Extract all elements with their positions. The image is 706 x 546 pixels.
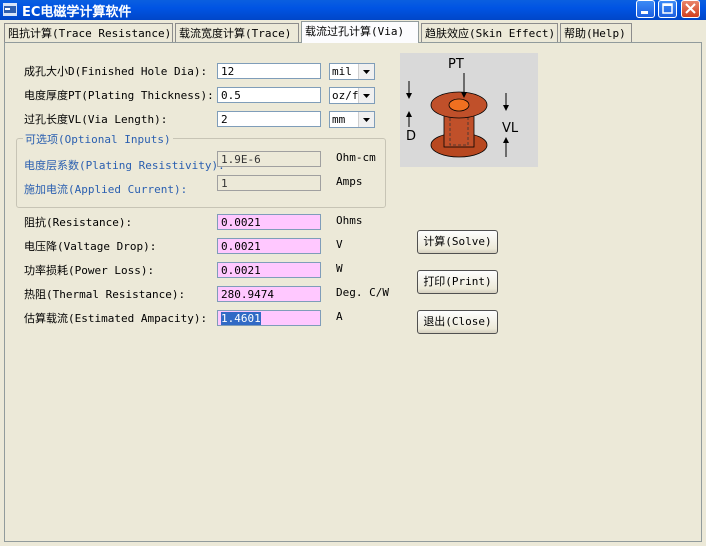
tab-help[interactable]: 帮助(Help) [560, 23, 632, 42]
applied-current-unit: Amps [336, 175, 363, 188]
thermal-resistance-output[interactable]: 280.9474 [217, 286, 321, 302]
pt-label: PT [448, 57, 464, 72]
vl-label: VL [502, 121, 519, 136]
ampacity-label: 估算载流(Estimated Ampacity): [24, 312, 208, 325]
close-button[interactable]: 退出(Close) [417, 310, 498, 334]
maximize-icon [662, 3, 673, 14]
thermal-resistance-label: 热阻(Thermal Resistance): [24, 288, 186, 301]
via-illustration [406, 73, 509, 158]
close-icon [685, 3, 696, 14]
via-diagram: PT D VL [400, 53, 538, 167]
hole-dia-input[interactable]: 12 [217, 63, 321, 79]
power-loss-output[interactable]: 0.0021 [217, 262, 321, 278]
voltage-drop-label: 电压降(Valtage Drop): [24, 240, 157, 253]
optional-inputs-group: 可选项(Optional Inputs) [16, 131, 386, 208]
tab-skin-effect[interactable]: 趋肤效应(Skin Effect) [421, 23, 558, 42]
chevron-down-icon[interactable] [358, 112, 374, 127]
plating-resistivity-input[interactable]: 1.9E-6 [217, 151, 321, 167]
maximize-button[interactable] [658, 0, 677, 18]
plating-resistivity-label: 电度层系数(Plating Resistivity): [24, 159, 225, 172]
power-loss-label: 功率损耗(Power Loss): [24, 264, 155, 277]
applied-current-label: 施加电流(Applied Current): [24, 183, 188, 196]
voltage-drop-unit: V [336, 238, 343, 251]
hole-dia-unit-select[interactable]: mil [329, 63, 375, 80]
close-window-button[interactable] [681, 0, 700, 18]
tab-via[interactable]: 载流过孔计算(Via) [301, 21, 419, 43]
resistance-unit: Ohms [336, 214, 363, 227]
plating-resistivity-unit: Ohm-cm [336, 151, 376, 164]
via-length-label: 过孔长度VL(Via Length): [24, 113, 168, 126]
power-loss-unit: W [336, 262, 343, 275]
chevron-down-icon[interactable] [358, 88, 374, 103]
hole-dia-label: 成孔大小D(Finished Hole Dia): [24, 65, 208, 78]
d-label: D [406, 129, 417, 144]
title-bar[interactable]: EC电磁学计算软件 [0, 0, 706, 20]
via-length-input[interactable]: 2 [217, 111, 321, 127]
ampacity-unit: A [336, 310, 343, 323]
plating-thickness-label: 电度厚度PT(Plating Thickness): [24, 89, 214, 102]
applied-current-input[interactable]: 1 [217, 175, 321, 191]
via-length-unit-select[interactable]: mm [329, 111, 375, 128]
plating-thickness-input[interactable]: 0.5 [217, 87, 321, 103]
tab-trace[interactable]: 载流宽度计算(Trace) [175, 23, 299, 42]
minimize-button[interactable] [636, 0, 655, 18]
optional-inputs-title: 可选项(Optional Inputs) [23, 131, 173, 147]
thermal-resistance-unit: Deg. C/W [336, 286, 389, 299]
tab-trace-resistance[interactable]: 阻抗计算(Trace Resistance) [4, 23, 173, 42]
plating-thickness-unit-select[interactable]: oz/ft [329, 87, 375, 104]
ampacity-output[interactable]: 1.4601 [217, 310, 321, 326]
print-button[interactable]: 打印(Print) [417, 270, 498, 294]
window-title: EC电磁学计算软件 [22, 5, 132, 20]
app-icon [3, 3, 17, 16]
solve-button[interactable]: 计算(Solve) [417, 230, 498, 254]
resistance-output[interactable]: 0.0021 [217, 214, 321, 230]
voltage-drop-output[interactable]: 0.0021 [217, 238, 321, 254]
chevron-down-icon[interactable] [358, 64, 374, 79]
minimize-icon [641, 11, 648, 14]
resistance-label: 阻抗(Resistance): [24, 216, 133, 229]
